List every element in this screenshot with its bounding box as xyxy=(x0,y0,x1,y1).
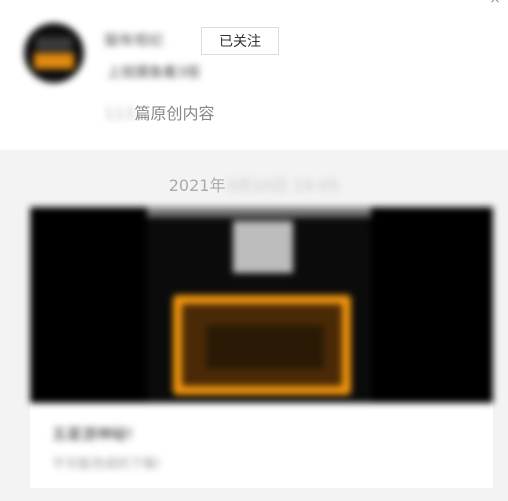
original-article-count[interactable]: 113篇原创内容 xyxy=(104,100,215,124)
article-card[interactable]: 五星游神秘! 不可能完成的下载! xyxy=(30,207,493,488)
timestamp-year: 2021年 xyxy=(168,176,226,195)
follow-button[interactable]: 已关注 xyxy=(201,27,279,55)
avatar-mark xyxy=(36,37,72,51)
article-count-label: 篇原创内容 xyxy=(134,104,215,123)
article-count-number: 113 xyxy=(104,104,135,123)
account-header: × 猫咪相纪 已关注 上班摸鱼看3视 113篇原创内容 xyxy=(0,0,508,150)
cover-top-strip xyxy=(147,207,371,217)
account-name[interactable]: 猫咪相纪 xyxy=(104,30,164,50)
timestamp-date: 3月10日 19:05 xyxy=(225,176,340,195)
cover-frame-content xyxy=(206,325,324,369)
message-timestamp: 2021年3月10日 19:05 xyxy=(0,172,508,196)
article-cover-image[interactable] xyxy=(30,207,493,403)
article-summary: 不可能完成的下载! xyxy=(52,457,162,472)
avatar-logo xyxy=(34,53,74,69)
account-description: 上班摸鱼看3视 xyxy=(107,65,200,81)
cover-mark xyxy=(233,221,293,273)
avatar[interactable] xyxy=(24,23,84,83)
close-icon[interactable]: × xyxy=(488,0,502,6)
article-title[interactable]: 五星游神秘! xyxy=(52,423,133,444)
